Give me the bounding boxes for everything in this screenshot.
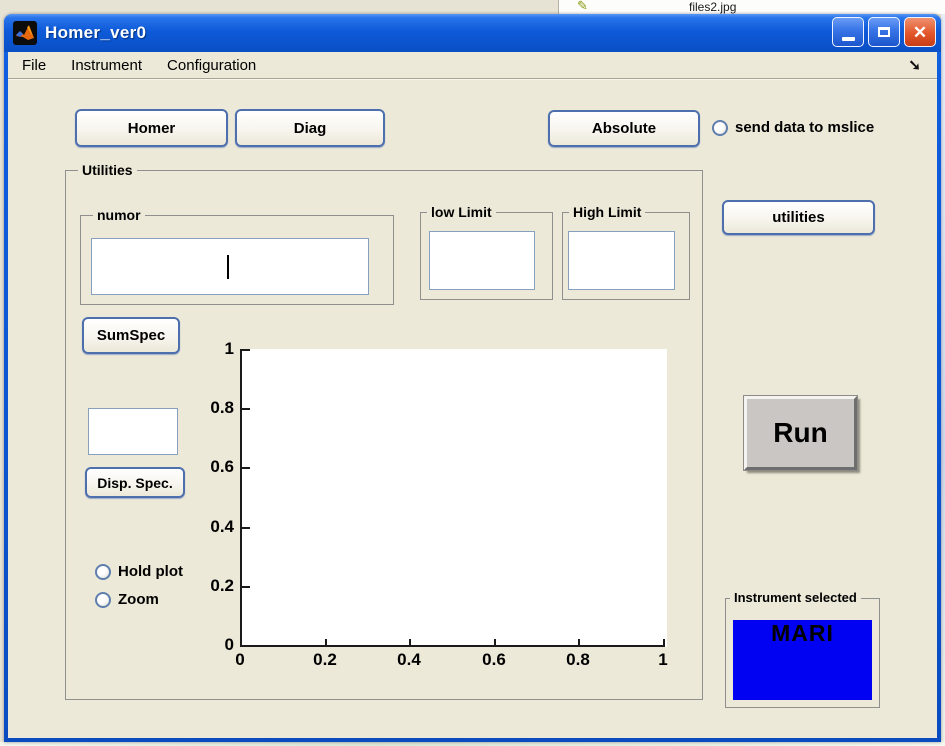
- menu-configuration[interactable]: Configuration: [163, 55, 260, 76]
- high-limit-input[interactable]: [568, 231, 675, 290]
- y-tick-label: 0.2: [194, 576, 234, 596]
- zoom-radio-label: Zoom: [118, 591, 159, 608]
- background-right-strip: [941, 14, 945, 746]
- titlebar[interactable]: Homer_ver0 ✕: [4, 14, 941, 52]
- matlab-app-icon: [13, 21, 37, 45]
- utilities-group-label: Utilities: [78, 162, 137, 178]
- window-title: Homer_ver0: [45, 23, 146, 43]
- disp-spec-button[interactable]: Disp. Spec.: [85, 467, 185, 498]
- minimize-button[interactable]: [832, 17, 864, 47]
- run-button[interactable]: Run: [744, 396, 857, 470]
- y-tick: [242, 467, 250, 469]
- homer-window: Homer_ver0 ✕ File Instrument Configurati…: [4, 14, 941, 742]
- menubar: File Instrument Configuration ➘: [8, 52, 937, 79]
- desktop: ✎ files2.jpg Homer_ver0 ✕ F: [0, 0, 945, 746]
- radio-circle-icon: [95, 592, 111, 608]
- client-area: File Instrument Configuration ➘ Homer Di…: [8, 52, 937, 738]
- text-caret: [227, 255, 229, 279]
- instrument-selected-label: Instrument selected: [730, 590, 861, 605]
- background-bottom-strip: [0, 742, 945, 746]
- x-tick-label: 0.4: [387, 650, 431, 670]
- zoom-radio[interactable]: Zoom: [95, 591, 159, 608]
- background-file-label: files2.jpg: [689, 0, 736, 14]
- x-tick: [409, 639, 411, 647]
- y-tick-label: 0.8: [194, 398, 234, 418]
- maximize-button[interactable]: [868, 17, 900, 47]
- pencil-icon: ✎: [577, 0, 588, 14]
- y-tick: [242, 586, 250, 588]
- low-limit-input[interactable]: [429, 231, 535, 290]
- maximize-icon: [878, 27, 890, 37]
- x-tick-label: 1: [641, 650, 685, 670]
- radio-circle-icon: [712, 120, 728, 136]
- minimize-icon: [842, 37, 855, 41]
- y-tick: [242, 349, 250, 351]
- x-tick: [578, 639, 580, 647]
- y-tick: [242, 527, 250, 529]
- x-tick-label: 0: [218, 650, 262, 670]
- absolute-button[interactable]: Absolute: [548, 110, 700, 147]
- menu-file[interactable]: File: [18, 55, 50, 76]
- x-tick-label: 0.2: [303, 650, 347, 670]
- radio-circle-icon: [95, 564, 111, 580]
- x-tick: [663, 639, 665, 647]
- dock-arrow-icon[interactable]: ➘: [908, 56, 921, 74]
- numor-input[interactable]: [91, 238, 369, 295]
- hold-plot-radio[interactable]: Hold plot: [95, 563, 183, 580]
- diag-button[interactable]: Diag: [235, 109, 385, 147]
- plot-x-axis: [240, 645, 665, 647]
- x-tick: [325, 639, 327, 647]
- utilities-button[interactable]: utilities: [722, 200, 875, 235]
- x-tick-label: 0.6: [472, 650, 516, 670]
- plot-canvas: [240, 349, 667, 647]
- low-limit-group-label: low Limit: [427, 204, 496, 220]
- sumspec-button[interactable]: SumSpec: [82, 317, 180, 354]
- mslice-radio-label: send data to mslice: [735, 119, 874, 136]
- homer-button[interactable]: Homer: [75, 109, 228, 147]
- background-window-fragment: ✎ files2.jpg: [558, 0, 945, 14]
- x-tick-label: 0.8: [556, 650, 600, 670]
- plot-y-axis: [240, 349, 242, 647]
- instrument-value-display: MARI: [733, 620, 872, 700]
- menu-instrument[interactable]: Instrument: [67, 55, 146, 76]
- y-tick-label: 0.4: [194, 517, 234, 537]
- y-tick-label: 0.6: [194, 457, 234, 477]
- send-data-to-mslice-radio[interactable]: send data to mslice: [712, 119, 874, 136]
- hold-plot-radio-label: Hold plot: [118, 563, 183, 580]
- y-tick: [242, 408, 250, 410]
- y-tick-label: 1: [194, 339, 234, 359]
- high-limit-group-label: High Limit: [569, 204, 645, 220]
- numor-group-label: numor: [93, 207, 145, 223]
- close-icon: ✕: [913, 24, 927, 41]
- spec-number-input[interactable]: [88, 408, 178, 455]
- close-button[interactable]: ✕: [904, 17, 936, 47]
- x-tick: [494, 639, 496, 647]
